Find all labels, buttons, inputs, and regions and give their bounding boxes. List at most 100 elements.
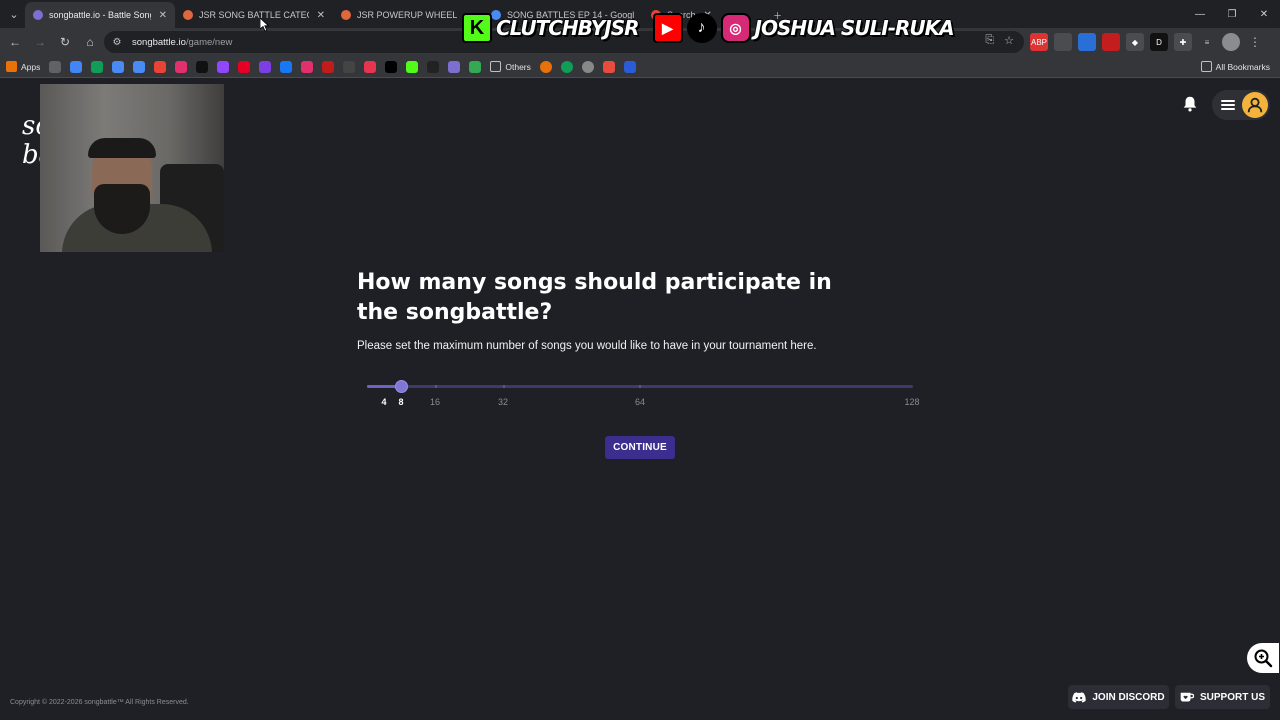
bookmark-app-icon[interactable] (259, 60, 272, 73)
url-text: songbattle.io/game/new (132, 36, 233, 48)
page-description: Please set the maximum number of songs y… (357, 340, 817, 352)
extension-icon[interactable] (1078, 33, 1096, 51)
tab-songbattle[interactable]: songbattle.io - Battle Songs ag ✕ (25, 2, 175, 28)
songbattle-favicon-icon (33, 10, 43, 20)
slider-mark (435, 385, 437, 388)
bookmark-app-icon[interactable] (322, 60, 335, 73)
bookmark-app-icon[interactable] (602, 60, 615, 73)
slider-mark (503, 385, 505, 388)
close-window-icon[interactable]: ✕ (1248, 9, 1280, 20)
zoom-search-icon (1254, 649, 1273, 668)
bookmark-instagram-icon[interactable] (301, 60, 314, 73)
tick-label[interactable]: 8 (398, 397, 403, 407)
youtube-logo-icon: ▶ (652, 13, 683, 43)
tab-label: JSR POWERUP WHEEL (357, 10, 458, 20)
bookmark-calendar-icon[interactable] (112, 60, 125, 73)
zoom-search-button[interactable] (1247, 643, 1279, 673)
song-count-slider[interactable] (367, 380, 913, 394)
discord-icon (1072, 691, 1087, 702)
bookmark-docs-icon[interactable] (133, 60, 146, 73)
install-app-icon[interactable]: ⎘ (985, 34, 994, 47)
pdf-extension-icon[interactable] (1102, 33, 1120, 51)
bookmark-photos-icon[interactable] (154, 60, 167, 73)
back-icon[interactable]: ← (3, 30, 27, 54)
webcam-feed (40, 84, 224, 252)
tab-song-battle-category[interactable]: JSR SONG BATTLE CATEGORY ✕ (175, 2, 333, 28)
site-info-icon[interactable]: ⚙ (110, 35, 124, 49)
kofi-cup-icon (1180, 692, 1194, 702)
bookmark-app-icon[interactable] (364, 60, 377, 73)
tiktok-logo-icon: ♪ (686, 13, 717, 43)
puzzle-extensions-icon[interactable]: ✚ (1174, 33, 1192, 51)
social-handle-name: JOSHUA SULI-RUKA (754, 15, 956, 41)
bookmark-songbattle-icon[interactable] (448, 60, 461, 73)
adblock-extension-icon[interactable]: ABP (1030, 33, 1048, 51)
bookmark-kick-icon[interactable] (406, 60, 419, 73)
bookmark-music-icon[interactable] (175, 60, 188, 73)
hamburger-menu-icon[interactable] (1221, 98, 1235, 112)
window-controls: — ❐ ✕ (1184, 0, 1280, 28)
bookmark-app-icon[interactable] (623, 60, 636, 73)
tick-label[interactable]: 64 (635, 397, 645, 407)
tab-powerup-wheel[interactable]: JSR POWERUP WHEEL (333, 2, 483, 28)
home-icon[interactable]: ⌂ (78, 30, 102, 54)
browser-menu-icon[interactable]: ⋮ (1246, 33, 1264, 51)
extension-icon[interactable]: ◆ (1126, 33, 1144, 51)
bookmark-app-icon[interactable] (581, 60, 594, 73)
tick-label[interactable]: 128 (904, 397, 919, 407)
tab-search-icon[interactable]: ⌄ (3, 3, 25, 25)
instagram-logo-icon: ◎ (720, 13, 751, 43)
extensions-bar: ABP ◆ D ✚ ≡ ⋮ (1030, 33, 1264, 51)
slider-thumb[interactable] (395, 380, 408, 393)
tick-label[interactable]: 16 (430, 397, 440, 407)
sheets-favicon-icon (183, 10, 193, 20)
user-avatar[interactable] (1242, 92, 1268, 118)
bookmark-app-icon[interactable] (560, 60, 573, 73)
continue-button[interactable]: CONTINUE (605, 436, 675, 459)
songbattle-logo[interactable]: song battle (22, 112, 40, 170)
tick-label[interactable]: 4 (381, 397, 386, 407)
bookmark-star-icon[interactable]: ☆ (1004, 34, 1014, 47)
kick-channel-name: CLUTCHBYJSR (495, 15, 640, 41)
bookmark-app-icon[interactable] (427, 60, 440, 73)
bookmark-app-icon[interactable] (539, 60, 552, 73)
bookmark-youtube-icon[interactable] (238, 60, 251, 73)
mouse-cursor-icon (260, 18, 270, 32)
user-menu-button[interactable] (1212, 90, 1270, 120)
support-us-label: SUPPORT US (1199, 691, 1265, 703)
slider-mark (639, 385, 641, 388)
bookmark-hq-icon[interactable] (343, 60, 356, 73)
all-bookmarks[interactable]: All Bookmarks (1200, 61, 1270, 72)
close-tab-icon[interactable]: ✕ (317, 10, 325, 21)
tab-label: JSR SONG BATTLE CATEGORY (199, 10, 309, 20)
bookmark-sheets-icon[interactable] (91, 60, 104, 73)
bookmark-app-icon[interactable] (469, 60, 482, 73)
extension-icon[interactable] (1054, 33, 1072, 51)
bookmark-folder-others[interactable]: Others (490, 61, 531, 72)
bookmark-grid-icon[interactable] (49, 60, 62, 73)
join-discord-label: JOIN DISCORD (1092, 691, 1165, 703)
forward-icon[interactable]: → (28, 30, 52, 54)
notifications-bell-icon[interactable] (1181, 95, 1199, 113)
bookmark-facebook-icon[interactable] (280, 60, 293, 73)
join-discord-button[interactable]: JOIN DISCORD (1068, 685, 1169, 709)
support-us-button[interactable]: SUPPORT US (1175, 685, 1270, 709)
bookmark-tiktok-icon[interactable] (196, 60, 209, 73)
apps-grid-icon (6, 61, 17, 72)
bookmark-drive-icon[interactable] (70, 60, 83, 73)
reading-list-icon[interactable]: ≡ (1198, 33, 1216, 51)
folder-icon (1200, 61, 1212, 72)
restore-icon[interactable]: ❐ (1216, 9, 1248, 20)
profile-avatar[interactable] (1222, 33, 1240, 51)
tick-label[interactable]: 32 (498, 397, 508, 407)
bookmark-twitch-icon[interactable] (217, 60, 230, 73)
reload-icon[interactable]: ↻ (53, 30, 77, 54)
stream-overlay-banner: K CLUTCHBYJSR ▶ ♪ ◎ JOSHUA SULI-RUKA (462, 10, 956, 46)
close-tab-icon[interactable]: ✕ (159, 10, 167, 21)
d-extension-icon[interactable]: D (1150, 33, 1168, 51)
bookmark-apps[interactable]: Apps (6, 61, 40, 72)
bookmark-x-icon[interactable] (385, 60, 398, 73)
wheel-favicon-icon (341, 10, 351, 20)
folder-icon (490, 61, 502, 72)
minimize-icon[interactable]: — (1184, 9, 1216, 20)
